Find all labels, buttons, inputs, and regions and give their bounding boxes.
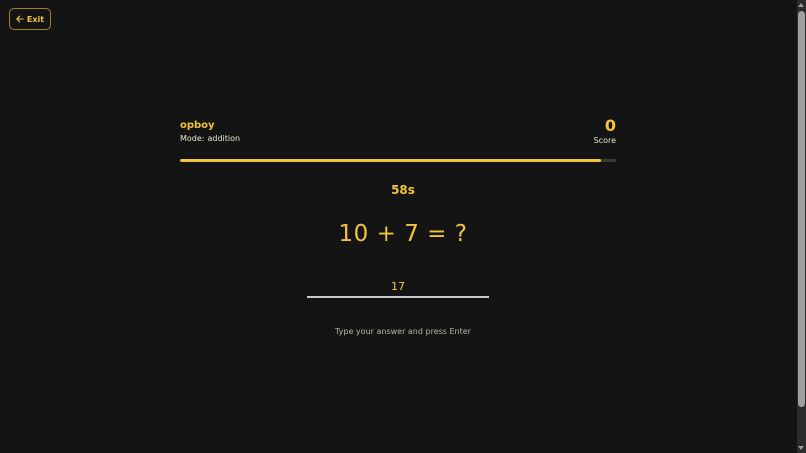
mode-value: addition	[207, 134, 241, 143]
mode-label: Mode:	[180, 134, 205, 143]
answer-input[interactable]	[307, 276, 489, 298]
countdown-timer: 58s	[391, 183, 415, 197]
scroll-down-arrow-icon[interactable]	[798, 446, 804, 450]
exit-button[interactable]: Exit	[9, 8, 51, 30]
player-info: opboy Mode: addition	[180, 120, 240, 144]
game-page: Exit opboy Mode: addition 0 Score 58s 10 …	[0, 0, 806, 453]
game-mode: Mode: addition	[180, 134, 240, 144]
exit-label: Exit	[26, 14, 45, 24]
vertical-scrollbar[interactable]	[797, 0, 806, 453]
score-panel: 0 Score	[594, 116, 616, 146]
time-progress-bar	[180, 159, 616, 162]
scroll-up-arrow-icon[interactable]	[798, 3, 804, 7]
player-name: opboy	[180, 120, 215, 131]
time-progress-fill	[180, 159, 602, 162]
math-question: 10 + 7 = ?	[338, 221, 468, 247]
score-value: 0	[604, 116, 616, 135]
instruction-hint: Type your answer and press Enter	[335, 327, 471, 336]
scroll-thumb[interactable]	[798, 11, 805, 407]
score-label: Score	[593, 136, 616, 145]
arrow-left-icon	[16, 15, 24, 23]
